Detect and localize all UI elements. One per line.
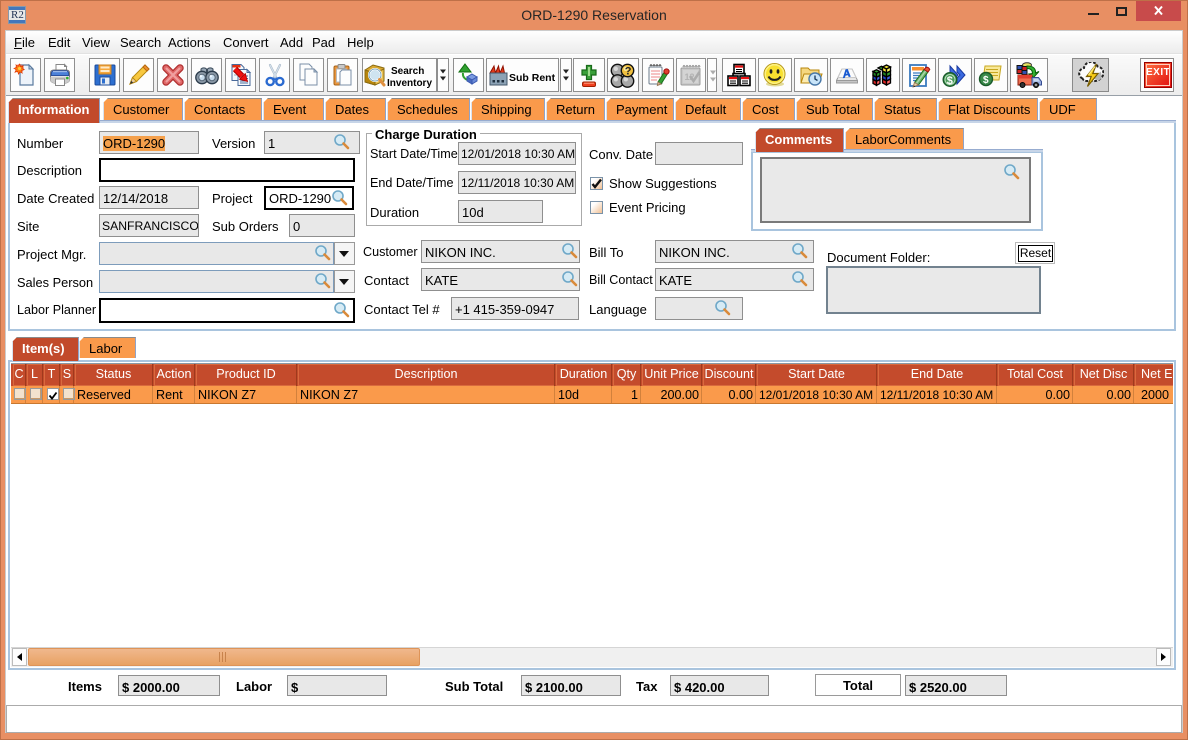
- svg-text:$: $: [983, 75, 989, 86]
- svg-text:$: $: [947, 75, 953, 87]
- svg-text:Inventory: Inventory: [387, 78, 432, 89]
- svg-text:?: ?: [625, 66, 632, 78]
- svg-text:Search: Search: [391, 66, 424, 77]
- svg-text:Sub Rent: Sub Rent: [509, 72, 556, 84]
